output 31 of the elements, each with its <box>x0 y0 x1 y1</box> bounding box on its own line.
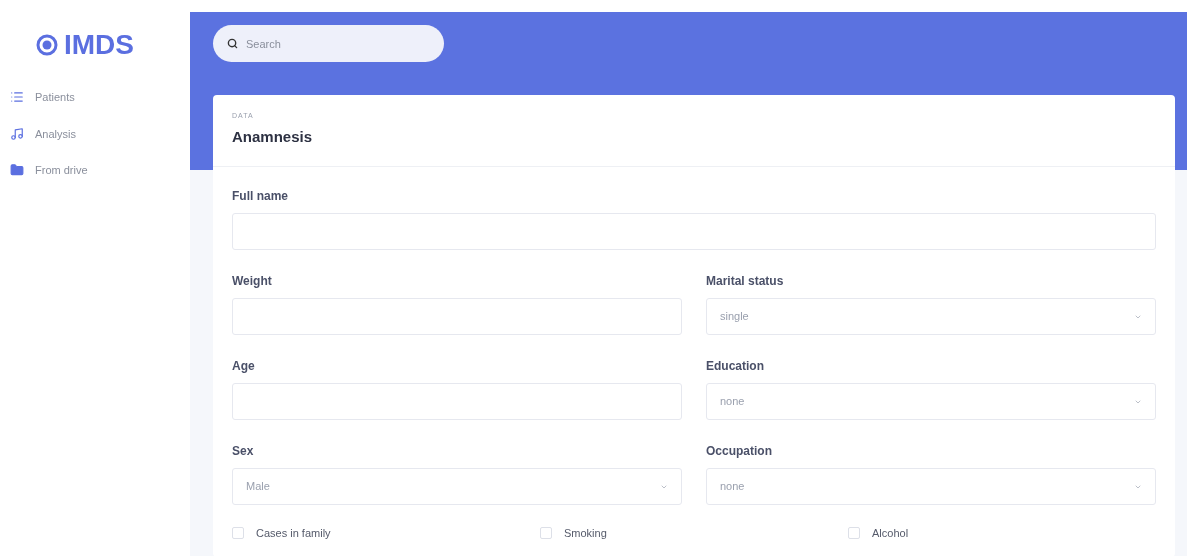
music-icon <box>10 126 24 141</box>
folder-icon <box>10 163 24 178</box>
sidebar-item[interactable]: Patients <box>10 89 190 106</box>
checkbox-label: Alcohol <box>872 526 909 541</box>
field-label: Age <box>232 358 256 375</box>
sidebar-item[interactable]: From drive <box>10 162 190 179</box>
input-field[interactable] <box>232 213 1156 250</box>
select-field[interactable]: none <box>706 468 1156 505</box>
input-field[interactable] <box>232 383 682 420</box>
checkbox[interactable] <box>848 527 860 540</box>
field-label: Full name <box>232 188 289 205</box>
select-field[interactable]: single <box>706 298 1156 335</box>
select-field[interactable]: Male <box>232 468 682 505</box>
field-label: Sex <box>232 443 255 460</box>
logo-text: IMDS <box>64 31 134 59</box>
checkbox-label: Smoking <box>564 526 607 541</box>
select-field[interactable]: none <box>706 383 1156 420</box>
list-icon <box>10 90 24 105</box>
field-label: Marital status <box>706 273 785 290</box>
search-field[interactable]: Search <box>213 25 444 62</box>
sidebar-item[interactable]: Analysis <box>10 125 190 142</box>
field-label: Occupation <box>706 443 773 460</box>
field-label: Weight <box>232 273 273 290</box>
field-label: Education <box>706 358 765 375</box>
search-icon <box>227 38 238 49</box>
card-title: Anamnesis <box>232 126 314 147</box>
checkbox[interactable] <box>232 527 244 540</box>
input-field[interactable] <box>232 298 682 335</box>
checkbox-label: Cases in family <box>256 526 331 541</box>
logo-icon <box>36 34 58 56</box>
checkbox[interactable] <box>540 527 552 540</box>
